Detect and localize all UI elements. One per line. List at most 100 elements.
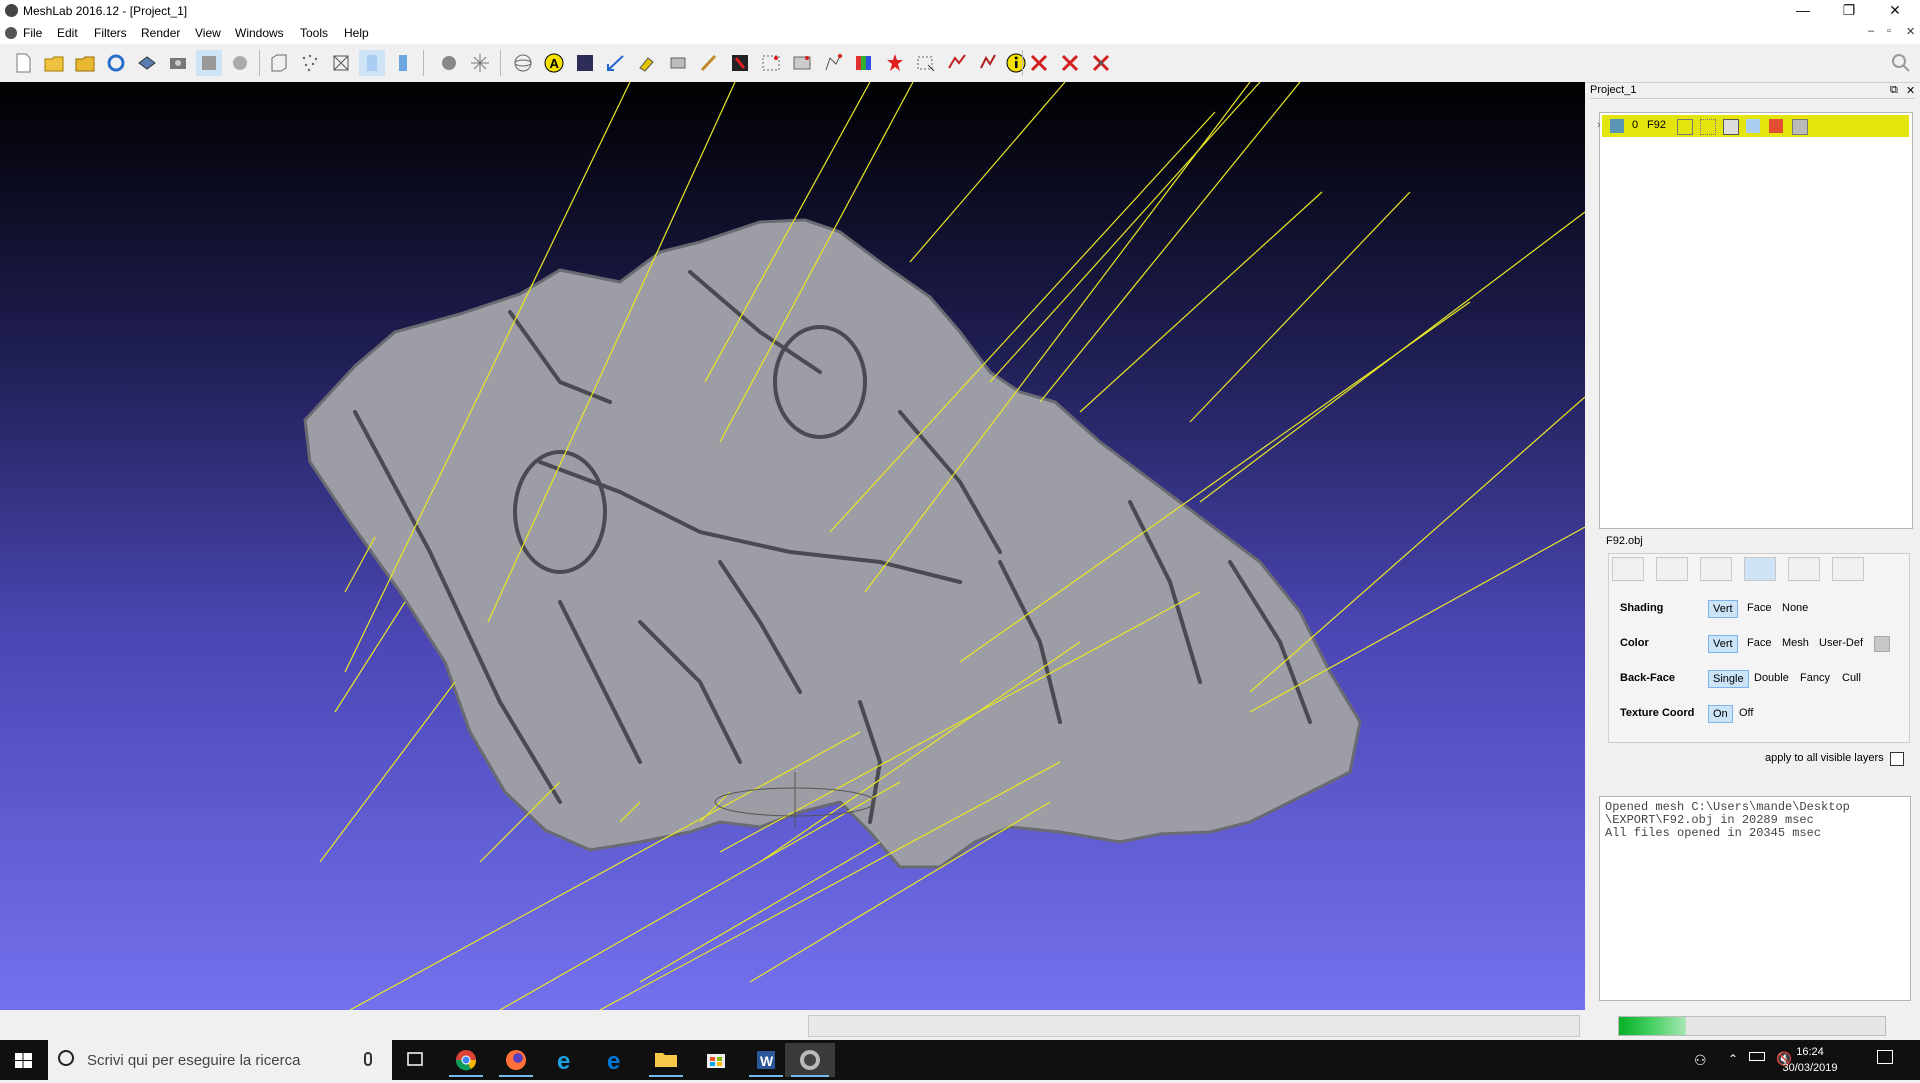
document-menu-icon[interactable] [5, 27, 17, 39]
axis-icon[interactable]: A [541, 50, 567, 76]
smooth-icon[interactable] [436, 50, 462, 76]
expand-arrow-icon[interactable]: › [1597, 119, 1601, 131]
color-tab[interactable] [1744, 557, 1776, 581]
points-icon[interactable] [297, 50, 323, 76]
battery-icon[interactable] [1749, 1052, 1765, 1061]
chrome-icon[interactable] [443, 1043, 489, 1077]
layer-color-icon[interactable] [1769, 119, 1783, 133]
user-color-swatch[interactable] [1874, 636, 1890, 652]
reload-icon[interactable] [103, 50, 129, 76]
people-icon[interactable]: ⚇ [1694, 1052, 1707, 1069]
firefox-icon[interactable] [493, 1043, 539, 1077]
layer-shading-icon[interactable] [1746, 119, 1760, 133]
delete-vertices-icon[interactable] [1057, 50, 1083, 76]
paint-tab[interactable] [1788, 557, 1820, 581]
start-button[interactable] [0, 1040, 48, 1080]
mesh-stone-fragment[interactable] [303, 218, 1362, 869]
layer-wire-icon[interactable] [1723, 119, 1739, 135]
store-icon[interactable] [693, 1043, 739, 1077]
menu-filters[interactable]: Filters [94, 26, 127, 40]
layers-icon[interactable] [196, 50, 222, 76]
search-icon[interactable] [1888, 50, 1914, 76]
align-icon[interactable] [913, 50, 939, 76]
menu-edit[interactable]: Edit [57, 26, 78, 40]
rgb-icon[interactable] [851, 50, 877, 76]
explorer-icon[interactable] [643, 1043, 689, 1077]
shading-vert[interactable]: Vert [1708, 600, 1738, 618]
delete-both-icon[interactable] [1088, 50, 1114, 76]
3d-viewport[interactable] [0, 82, 1585, 1010]
panel-close-icon[interactable]: ✕ [1906, 84, 1915, 97]
backface-cull[interactable]: Cull [1838, 670, 1865, 686]
backface-double[interactable]: Double [1750, 670, 1793, 686]
menu-render[interactable]: Render [141, 26, 180, 40]
texcoord-on[interactable]: On [1708, 705, 1733, 723]
brush-icon[interactable] [727, 50, 753, 76]
open-project-icon[interactable] [41, 50, 67, 76]
menu-tools[interactable]: Tools [300, 26, 328, 40]
ambient-icon[interactable] [572, 50, 598, 76]
open-mesh-icon[interactable] [72, 50, 98, 76]
wireframe-tab[interactable] [1700, 557, 1732, 581]
select-faces-icon[interactable] [789, 50, 815, 76]
select-vertices-icon[interactable] [665, 50, 691, 76]
select-connected-icon[interactable] [820, 50, 846, 76]
shading-face[interactable]: Face [1743, 600, 1775, 616]
notification-icon[interactable] [1877, 1050, 1893, 1064]
mdi-close-button[interactable]: ✕ [1906, 25, 1915, 38]
texture-tab[interactable] [1832, 557, 1864, 581]
close-button[interactable]: ✕ [1872, 0, 1918, 22]
color-userdef[interactable]: User-Def [1815, 635, 1867, 651]
light-icon[interactable] [467, 50, 493, 76]
layer-texture-icon[interactable] [1792, 119, 1808, 135]
bounding-box-icon[interactable] [266, 50, 292, 76]
trackball-icon[interactable] [510, 50, 536, 76]
taskbar-clock[interactable]: 16:24 30/03/2019 [1770, 1044, 1850, 1076]
save-icon[interactable] [134, 50, 160, 76]
shading-none[interactable]: None [1778, 600, 1812, 616]
wireframe-icon[interactable] [328, 50, 354, 76]
mdi-restore-button[interactable]: ▫ [1887, 25, 1891, 37]
layer-row-f92[interactable]: › 0 F92 [1597, 115, 1909, 137]
apply-all-checkbox[interactable] [1890, 752, 1904, 766]
visibility-eye-icon[interactable] [1610, 119, 1624, 133]
panel-float-icon[interactable]: ⧉ [1890, 84, 1898, 97]
ie-icon[interactable]: e [543, 1043, 589, 1077]
points-tab[interactable] [1656, 557, 1688, 581]
layer-bbox-icon[interactable] [1677, 119, 1693, 135]
layer-points-icon[interactable] [1700, 119, 1716, 135]
color-vert[interactable]: Vert [1708, 635, 1738, 653]
color-paint-icon[interactable] [758, 50, 784, 76]
measure-icon[interactable] [603, 50, 629, 76]
delete-faces-icon[interactable] [1026, 50, 1052, 76]
georef-icon[interactable] [882, 50, 908, 76]
edge-icon[interactable]: e [593, 1043, 639, 1077]
microphone-icon[interactable] [364, 1052, 372, 1066]
viewport-canvas[interactable] [0, 82, 1585, 1010]
menu-view[interactable]: View [195, 26, 221, 40]
about-icon[interactable] [976, 50, 1002, 76]
menu-file[interactable]: File [23, 26, 42, 40]
word-icon[interactable]: W [743, 1043, 789, 1077]
points-picker-icon[interactable] [944, 50, 970, 76]
task-view-icon[interactable] [392, 1043, 438, 1077]
texcoord-off[interactable]: Off [1735, 705, 1757, 721]
backface-single[interactable]: Single [1708, 670, 1749, 688]
tray-expand-icon[interactable]: ⌃ [1728, 1052, 1738, 1066]
flat-lines-icon[interactable] [359, 50, 385, 76]
bounding-box-tab[interactable] [1612, 557, 1644, 581]
camera-icon[interactable] [696, 50, 722, 76]
meshlab-icon[interactable] [785, 1043, 835, 1077]
menu-windows[interactable]: Windows [235, 26, 284, 40]
menu-help[interactable]: Help [344, 26, 369, 40]
backface-fancy[interactable]: Fancy [1796, 670, 1834, 686]
restore-button[interactable]: ❐ [1826, 0, 1872, 22]
color-face[interactable]: Face [1743, 635, 1775, 651]
mdi-minimize-button[interactable]: – [1868, 25, 1874, 37]
flat-icon[interactable] [390, 50, 416, 76]
minimize-button[interactable]: — [1780, 0, 1826, 22]
snapshot-icon[interactable] [165, 50, 191, 76]
paint-icon[interactable] [634, 50, 660, 76]
color-mesh[interactable]: Mesh [1778, 635, 1813, 651]
grid-icon[interactable] [227, 50, 253, 76]
